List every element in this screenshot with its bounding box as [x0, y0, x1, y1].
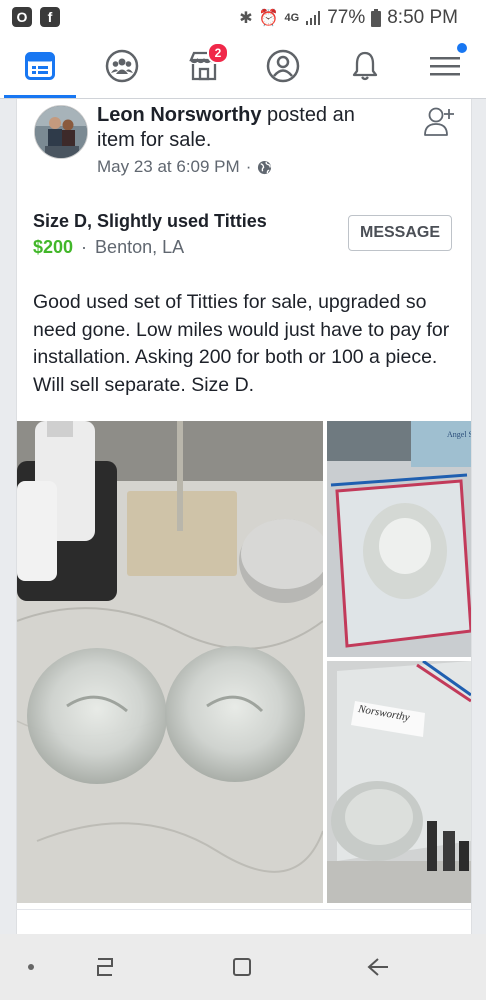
status-bar: O f ✱ ⏰ 4G 77% 8:50 PM: [0, 0, 486, 34]
add-friend-button[interactable]: [423, 105, 457, 142]
implant-in-bag-photo: Angel Soft: [327, 421, 471, 657]
add-friend-icon: [424, 107, 454, 136]
post-description: Good used set of Titties for sale, upgra…: [33, 291, 450, 396]
profile-icon: [266, 49, 300, 83]
implants-on-counter-photo: [17, 421, 323, 903]
post-timestamp[interactable]: May 23 at 6:09 PM: [97, 157, 240, 177]
o-app-icon: O: [12, 7, 32, 27]
nav-dot-icon: [28, 964, 34, 970]
bell-icon: [352, 51, 378, 81]
nav-groups[interactable]: [92, 34, 152, 98]
bottle-label-text: Angel Soft: [447, 430, 471, 439]
globe-icon: [258, 160, 272, 174]
recents-icon[interactable]: [94, 956, 116, 978]
listing-title[interactable]: Size D, Slightly used Titties: [33, 211, 267, 232]
nav-menu[interactable]: [415, 34, 475, 98]
message-button[interactable]: MESSAGE: [348, 215, 452, 251]
hamburger-menu-icon: [430, 57, 460, 76]
photo-grid: Angel Soft Norsworthy: [17, 421, 471, 903]
groups-icon: [105, 49, 139, 83]
listing-price-row: $200 · Benton, LA: [33, 237, 184, 258]
network-type: 4G: [284, 12, 300, 24]
bluetooth-icon: ✱: [239, 10, 253, 27]
system-nav-bar: [0, 934, 486, 1000]
back-icon[interactable]: [366, 956, 390, 978]
listing-location: Benton, LA: [95, 237, 185, 257]
nav-profile[interactable]: [253, 34, 313, 98]
nav-marketplace[interactable]: 2: [174, 34, 234, 98]
signal-icon: [306, 11, 321, 25]
alarm-icon: ⏰: [258, 10, 279, 27]
clock: 8:50 PM: [387, 7, 458, 28]
nav-news-feed[interactable]: [4, 34, 76, 98]
news-feed-icon: [25, 52, 55, 80]
nav-notifications[interactable]: [335, 34, 395, 98]
menu-notification-dot: [457, 43, 467, 53]
price-separator: ·: [81, 237, 88, 257]
photo-top-right[interactable]: Angel Soft: [327, 421, 471, 657]
photo-main[interactable]: [17, 421, 323, 903]
post-header: Leon Norsworthy posted an item for sale.: [97, 103, 397, 153]
implant-in-labeled-bag-photo: Norsworthy: [327, 661, 471, 903]
marketplace-badge: 2: [207, 42, 229, 64]
facebook-app-icon: f: [40, 7, 60, 27]
author-name[interactable]: Leon Norsworthy: [97, 104, 261, 126]
listing-price: $200: [33, 237, 74, 257]
avatar-photo: [35, 106, 87, 158]
post-actions-partial: [16, 909, 472, 935]
home-icon[interactable]: [231, 956, 253, 978]
battery-percent: 77%: [327, 7, 366, 28]
post-meta: May 23 at 6:09 PM ·: [97, 157, 272, 177]
meta-separator: ·: [245, 157, 252, 176]
battery-icon: [371, 9, 382, 27]
photo-bottom-right[interactable]: Norsworthy: [327, 661, 471, 903]
top-nav: 2: [0, 34, 486, 99]
author-avatar[interactable]: [34, 105, 88, 159]
marketplace-post: Leon Norsworthy posted an item for sale.…: [16, 99, 472, 909]
